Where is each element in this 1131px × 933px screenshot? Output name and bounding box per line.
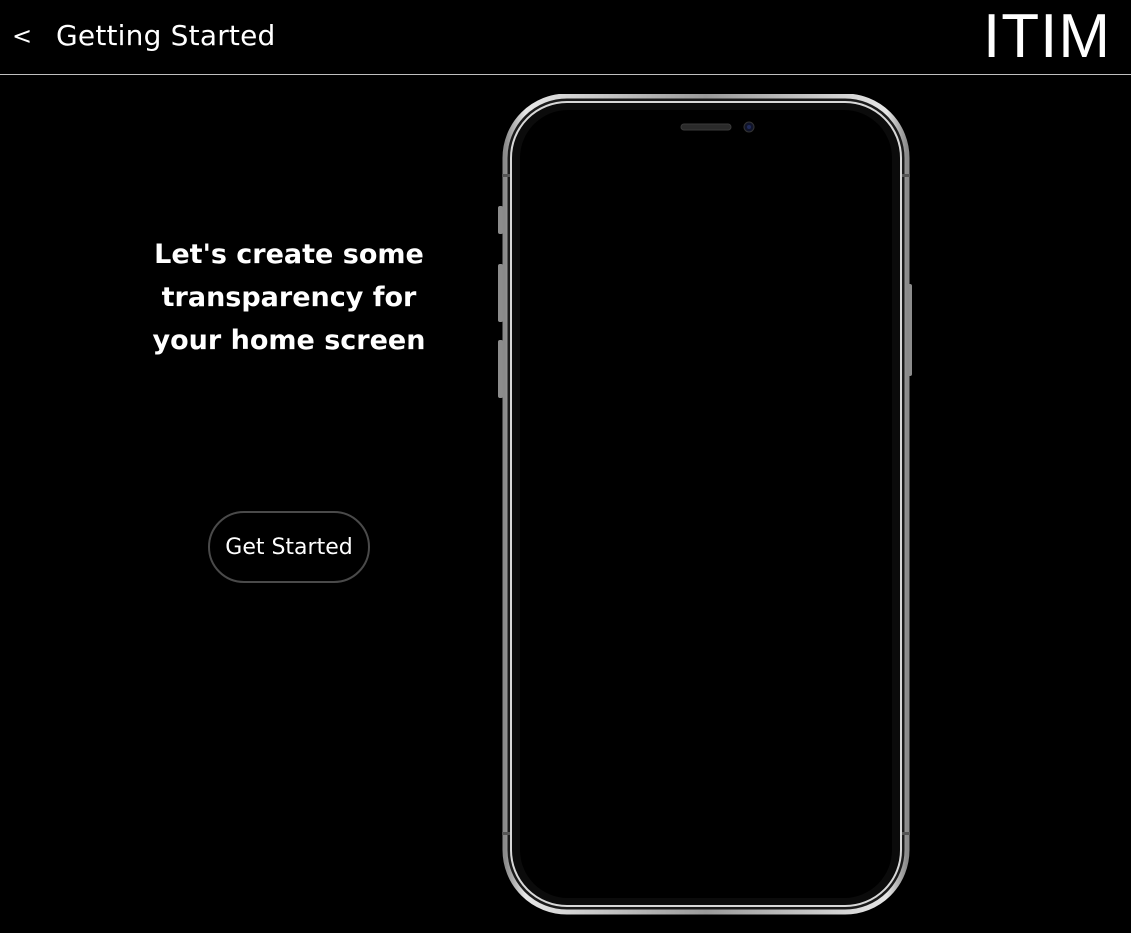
phone-mockup bbox=[498, 94, 912, 915]
header-bar: < Getting Started ITIM bbox=[0, 0, 1131, 75]
get-started-button[interactable]: Get Started bbox=[208, 511, 370, 583]
phone-screen bbox=[520, 110, 892, 898]
volume-down-button bbox=[498, 340, 503, 398]
speaker-grille bbox=[680, 123, 732, 131]
volume-up-button bbox=[498, 264, 503, 322]
page-title: Getting Started bbox=[56, 19, 276, 52]
headline: Let's create some transparency for your … bbox=[152, 239, 426, 356]
brand-logo: ITIM bbox=[983, 2, 1111, 71]
app-window: < Getting Started ITIM Let's create some… bbox=[0, 0, 1131, 933]
silent-switch bbox=[498, 206, 503, 234]
back-button[interactable]: < bbox=[10, 18, 34, 54]
